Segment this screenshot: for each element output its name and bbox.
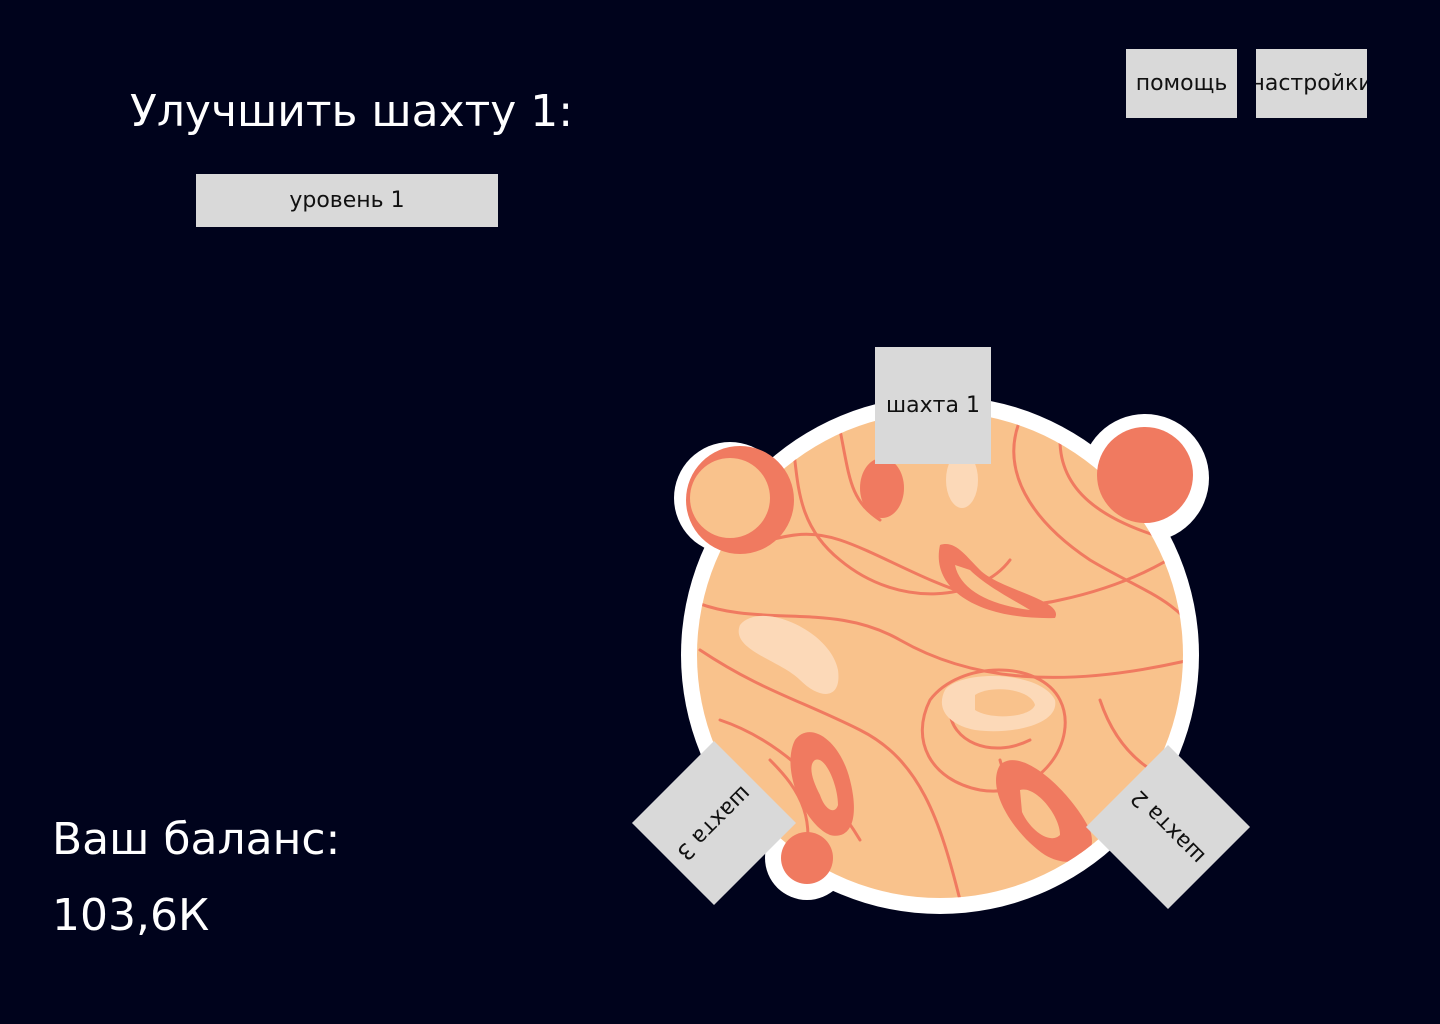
level-button[interactable]: уровень 1 [196, 174, 498, 227]
balance-label: Ваш баланс: [52, 814, 341, 865]
mine-1-button[interactable]: шахта 1 [875, 347, 991, 464]
balance-value: 103,6К [52, 890, 210, 941]
settings-button[interactable]: настройки [1256, 49, 1367, 118]
help-button[interactable]: помощь [1126, 49, 1237, 118]
upgrade-title: Улучшить шахту 1: [130, 86, 574, 137]
